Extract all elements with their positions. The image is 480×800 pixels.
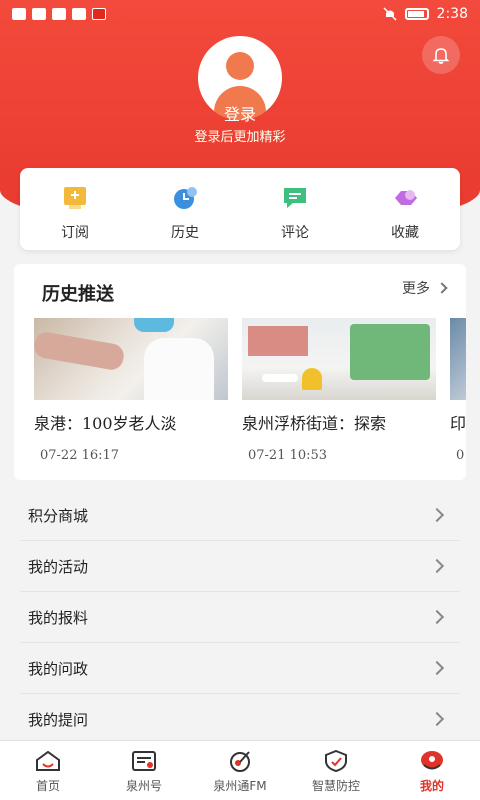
battery-icon — [404, 8, 429, 20]
quick-actions-card: 订阅 历史 评论 收藏 — [20, 168, 460, 250]
login-button[interactable]: 登录 — [0, 101, 480, 125]
tab-label: 泉州通FM — [213, 779, 267, 793]
quick-action-label: 订阅 — [61, 225, 89, 241]
quick-action-subscribe[interactable]: 订阅 — [20, 168, 130, 250]
home-icon — [34, 749, 62, 773]
notification-button[interactable] — [422, 36, 460, 74]
history-thumbnail — [34, 318, 228, 400]
favorite-icon — [389, 184, 421, 212]
menu-item-label: 积分商城 — [28, 506, 89, 525]
more-label: 更多 — [402, 281, 430, 297]
history-time: 0 — [456, 448, 465, 463]
tab-label: 智慧防控 — [311, 779, 360, 793]
comment-icon — [279, 184, 311, 212]
menu-item-my-questions[interactable]: 我的提问 — [20, 694, 460, 745]
alert-icon — [12, 8, 26, 20]
status-bar: 2:38 — [0, 0, 480, 28]
menu-item-label: 我的提问 — [28, 710, 89, 729]
history-item[interactable]: 泉港：100岁老人淡 07-22 16:17 — [34, 318, 228, 463]
quick-action-favorite[interactable]: 收藏 — [350, 168, 460, 250]
tab-quanzhou-account[interactable]: 泉州号 — [96, 741, 192, 800]
login-subtitle: 登录后更加精彩 — [194, 130, 286, 145]
mute-bell-icon — [383, 7, 397, 21]
quanzhou-account-icon — [130, 749, 158, 773]
quick-action-label: 收藏 — [391, 225, 419, 241]
chevron-right-icon — [429, 660, 445, 676]
flag-icon — [92, 8, 106, 20]
quick-action-history[interactable]: 历史 — [130, 168, 240, 250]
menu-item-my-activities[interactable]: 我的活动 — [20, 541, 460, 592]
history-thumbnail — [242, 318, 436, 400]
tab-radio-fm[interactable]: 泉州通FM — [192, 741, 288, 800]
my-profile-icon — [418, 749, 446, 773]
history-time: 07-21 10:53 — [248, 448, 328, 463]
history-time: 07-22 16:17 — [40, 448, 120, 463]
shield-icon — [322, 749, 350, 773]
quick-action-label: 历史 — [171, 225, 199, 241]
menu-item-label: 我的问政 — [28, 659, 89, 678]
menu-item-my-inquiries[interactable]: 我的问政 — [20, 643, 460, 694]
mail-icon — [72, 8, 86, 20]
wifi-icon — [32, 8, 46, 20]
menu-list: 积分商城 我的活动 我的报料 我的问政 我的提问 — [20, 490, 460, 745]
chevron-right-icon — [429, 507, 445, 523]
history-thumbnail — [450, 318, 466, 400]
history-more-button[interactable]: 更多 — [402, 278, 448, 298]
chevron-right-icon — [429, 711, 445, 727]
history-caption: 印 — [450, 414, 466, 433]
menu-item-points-mall[interactable]: 积分商城 — [20, 490, 460, 541]
history-caption: 泉州浮桥街道：探索 — [242, 414, 387, 433]
history-item[interactable]: 泉州浮桥街道：探索 07-21 10:53 — [242, 318, 436, 463]
tab-home[interactable]: 首页 — [0, 741, 96, 800]
tab-label: 我的 — [419, 779, 444, 793]
chevron-right-icon — [429, 558, 445, 574]
quick-action-label: 评论 — [281, 225, 309, 241]
radio-fm-icon — [226, 749, 254, 773]
app-notification-icon — [52, 8, 66, 20]
tab-my[interactable]: 我的 — [384, 741, 480, 800]
bottom-tab-bar: 首页 泉州号 泉州通FM 智慧防控 我的 — [0, 740, 480, 800]
menu-item-my-reports[interactable]: 我的报料 — [20, 592, 460, 643]
tab-label: 首页 — [35, 779, 60, 793]
history-list: 泉港：100岁老人淡 07-22 16:17 泉州浮桥街道：探索 07-21 1… — [34, 318, 466, 463]
history-clock-icon — [169, 184, 201, 212]
history-item[interactable]: 印 0 — [450, 318, 466, 463]
bell-icon — [432, 48, 450, 64]
menu-item-label: 我的报料 — [28, 608, 89, 627]
menu-item-label: 我的活动 — [28, 557, 89, 576]
status-time: 2:38 — [436, 6, 468, 22]
tab-label: 泉州号 — [125, 779, 162, 793]
history-caption: 泉港：100岁老人淡 — [34, 414, 177, 433]
tab-smart-prevention[interactable]: 智慧防控 — [288, 741, 384, 800]
chevron-right-icon — [436, 282, 448, 294]
chevron-right-icon — [429, 609, 445, 625]
subscribe-icon — [59, 184, 91, 212]
avatar-head — [226, 52, 254, 80]
quick-action-comment[interactable]: 评论 — [240, 168, 350, 250]
history-push-card: 历史推送 更多 泉港：100岁老人淡 07-22 16:17 泉州浮桥街道：探索… — [14, 264, 466, 480]
history-push-title: 历史推送 — [42, 284, 114, 305]
